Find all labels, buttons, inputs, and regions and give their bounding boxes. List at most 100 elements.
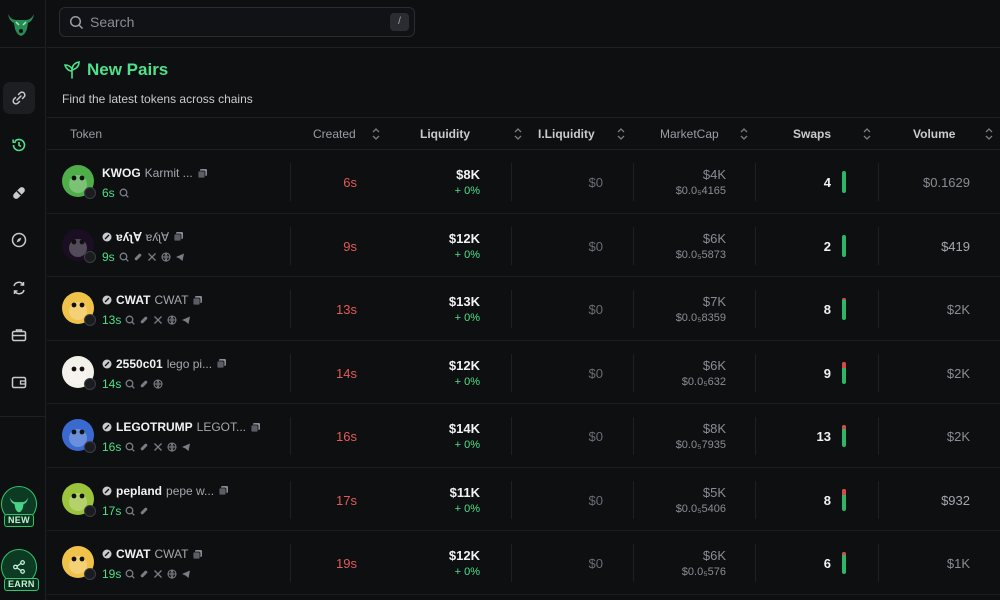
token-title: CWAT CWAT (102, 547, 203, 561)
token-symbol[interactable]: CWAT (116, 547, 150, 561)
pill-icon[interactable] (139, 506, 149, 516)
sort-icon[interactable] (617, 127, 625, 141)
nav-history[interactable] (3, 129, 35, 161)
nav-wallet[interactable] (3, 366, 35, 398)
telegram-icon[interactable] (181, 315, 191, 325)
copy-icon[interactable] (173, 231, 184, 242)
table-row[interactable]: KWOG Karmit ... 6s 6s $8K + 0% $0 $4K $0… (47, 150, 1000, 214)
liquidity-value: $11K (449, 484, 480, 500)
token-symbol[interactable]: 2550c01 (116, 357, 163, 371)
search-icon[interactable] (125, 569, 136, 579)
pill-icon[interactable] (139, 315, 149, 325)
marketcap-cell: $6K $0.0₅5873 (676, 231, 726, 261)
telegram-icon[interactable] (181, 442, 191, 452)
telegram-icon[interactable] (175, 252, 185, 262)
x-twitter-icon[interactable] (153, 442, 163, 452)
nav-explore[interactable] (3, 224, 35, 256)
search-input[interactable] (90, 8, 370, 36)
chain-badge (84, 187, 96, 199)
copy-icon[interactable] (192, 549, 203, 560)
search-icon[interactable] (125, 315, 136, 325)
table-row[interactable]: CWAT CWAT 13s 13s $13K + 0% $0 $7K $0.0₅… (47, 277, 1000, 341)
x-twitter-icon[interactable] (153, 569, 163, 579)
copy-icon[interactable] (218, 485, 229, 496)
chain-badge (84, 314, 96, 326)
table-row[interactable]: 2550c01 lego pi... 14s 14s $12K + 0% $0 … (47, 341, 1000, 404)
volume-value: $2K (946, 302, 970, 317)
sort-icon[interactable] (514, 127, 522, 141)
cell-divider (633, 480, 634, 519)
pill-icon[interactable] (139, 442, 149, 452)
chain-badge (84, 441, 96, 453)
token-symbol[interactable]: pepland (116, 484, 162, 498)
pill-icon[interactable] (139, 379, 149, 389)
liquidity-value: $14K (448, 421, 480, 436)
copy-icon[interactable] (216, 358, 227, 369)
page-title: New Pairs (87, 60, 169, 79)
globe-icon[interactable] (167, 442, 177, 452)
search-icon[interactable] (119, 252, 129, 262)
volume-value: $1K (946, 556, 970, 571)
x-twitter-icon[interactable] (153, 315, 163, 325)
wallet-icon (11, 376, 27, 389)
sort-icon[interactable] (740, 127, 748, 141)
column-header-liquidity[interactable]: Liquidity (420, 118, 470, 150)
briefcase-icon (11, 329, 27, 342)
search-icon[interactable] (125, 506, 136, 516)
search-icon[interactable] (125, 442, 136, 452)
token-symbol[interactable]: CWAT (116, 293, 150, 307)
sort-icon[interactable] (863, 127, 871, 141)
promo-earn-label: EARN (4, 578, 39, 591)
x-twitter-icon[interactable] (147, 252, 157, 262)
cell-divider (511, 480, 512, 519)
telegram-icon[interactable] (181, 569, 191, 579)
cell-divider (878, 163, 879, 201)
cell-divider (511, 163, 512, 201)
bull-logo-icon[interactable] (5, 8, 37, 40)
app-root: NEW EARN / New Pairs Find the latest tok… (0, 0, 1000, 600)
globe-icon[interactable] (167, 569, 177, 579)
liquidity-cell: $13K + 0% (449, 294, 480, 324)
search-box[interactable]: / (59, 7, 415, 37)
column-header-swaps[interactable]: Swaps (793, 118, 831, 150)
rocket-icon (102, 232, 112, 241)
table-row[interactable]: CWAT CWAT 19s 19s $12K + 0% $0 $6K $0.0₅… (47, 531, 1000, 595)
globe-icon[interactable] (161, 251, 171, 262)
cell-divider (633, 163, 634, 201)
liquidity-change: + 0% (454, 248, 480, 261)
pill-icon[interactable] (133, 252, 143, 262)
nav-swap[interactable] (3, 272, 35, 304)
copy-icon[interactable] (250, 422, 261, 433)
cell-divider (290, 544, 291, 582)
token-symbol[interactable]: LEGOTRUMP (116, 420, 193, 434)
nav-pill[interactable] (3, 177, 35, 209)
column-header-iliquidity[interactable]: I.Liquidity (538, 118, 595, 150)
column-header-created[interactable]: Created (313, 118, 356, 150)
sort-icon[interactable] (985, 127, 993, 141)
table-row[interactable]: ɐʎʅ∀ ɐʎʅ∀ 9s 9s $12K + 0% $0 $6K $0.0₅58… (47, 214, 1000, 277)
nav-link[interactable] (3, 82, 35, 114)
copy-icon[interactable] (192, 295, 203, 306)
globe-icon[interactable] (153, 378, 163, 389)
copy-icon[interactable] (197, 168, 208, 179)
liquidity-value: $13K (448, 294, 480, 309)
token-price: $0.0₅4165 (675, 185, 726, 197)
nav-portfolio[interactable] (3, 319, 35, 351)
created-age: 9s (343, 238, 357, 254)
column-header-marketcap[interactable]: MarketCap (660, 118, 719, 150)
search-icon[interactable] (125, 379, 136, 389)
rocket-icon (102, 295, 112, 305)
cell-divider (755, 290, 756, 328)
table-row[interactable]: pepland pepe w... 17s 17s $11K + 0% $0 $… (47, 468, 1000, 531)
token-symbol[interactable]: KWOG (102, 166, 141, 180)
buy-sell-ratio-bar (842, 234, 846, 257)
cell-divider (511, 544, 512, 582)
search-icon[interactable] (119, 188, 129, 198)
globe-icon[interactable] (167, 315, 177, 325)
pill-icon[interactable] (139, 569, 149, 579)
column-header-volume[interactable]: Volume (913, 118, 955, 150)
sort-icon[interactable] (372, 127, 380, 141)
initial-liquidity-value: $0 (588, 556, 603, 571)
token-symbol[interactable]: ɐʎʅ∀ (116, 230, 142, 244)
table-row[interactable]: LEGOTRUMP LEGOT... 16s 16s $14K + 0% $0 … (47, 404, 1000, 468)
